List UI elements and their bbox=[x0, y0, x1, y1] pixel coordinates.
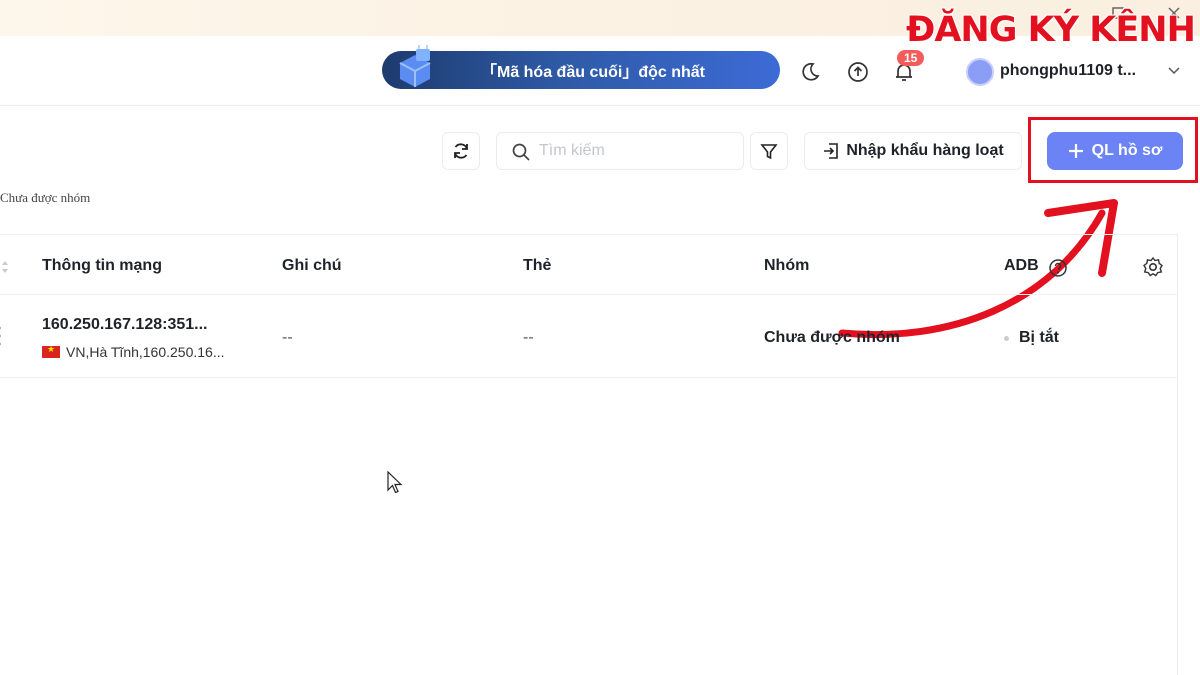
network-location: VN,Hà Tĩnh,160.250.16... bbox=[42, 344, 225, 360]
filter-icon bbox=[760, 144, 778, 160]
column-note[interactable]: Ghi chú bbox=[282, 257, 342, 275]
adb-status-text: Bị tắt bbox=[1019, 329, 1059, 346]
highlight-box bbox=[1028, 117, 1198, 183]
network-address: 160.250.167.128:351... bbox=[42, 316, 208, 333]
refresh-button[interactable] bbox=[442, 132, 480, 170]
search-icon bbox=[512, 143, 530, 161]
table-header: Thông tin mạng Ghi chú Thẻ Nhóm ADB bbox=[0, 235, 1178, 295]
filter-button[interactable] bbox=[750, 132, 788, 170]
channel-overlay-text: ĐĂNG KÝ KÊNH bbox=[906, 10, 1196, 50]
notification-badge: 15 bbox=[897, 50, 925, 66]
column-tag[interactable]: Thẻ bbox=[523, 257, 551, 275]
mouse-cursor-icon bbox=[387, 471, 403, 494]
import-icon bbox=[824, 143, 839, 159]
refresh-icon bbox=[454, 143, 468, 159]
status-dot bbox=[1004, 335, 1009, 341]
sort-icon[interactable] bbox=[0, 259, 10, 275]
table-row[interactable]: 160.250.167.128:351... VN,Hà Tĩnh,160.25… bbox=[0, 296, 1178, 378]
note-value: -- bbox=[282, 329, 293, 346]
column-network[interactable]: Thông tin mạng bbox=[42, 257, 162, 275]
search-input[interactable] bbox=[539, 137, 734, 165]
help-icon[interactable] bbox=[1048, 258, 1068, 278]
username[interactable]: phongphu1109 t... bbox=[1000, 62, 1136, 80]
settings-icon[interactable] bbox=[1142, 256, 1164, 278]
location-text: VN,Hà Tĩnh,160.250.16... bbox=[66, 344, 225, 360]
column-group[interactable]: Nhóm bbox=[764, 257, 809, 275]
column-adb[interactable]: ADB bbox=[1004, 257, 1039, 275]
profiles-table: Thông tin mạng Ghi chú Thẻ Nhóm ADB 160.… bbox=[0, 234, 1178, 675]
promo-text: 「Mã hóa đầu cuối」độc nhất bbox=[480, 64, 705, 81]
group-value: Chưa được nhóm bbox=[764, 329, 900, 346]
group-filter-label[interactable]: Chưa được nhóm bbox=[0, 190, 90, 206]
tag-value: -- bbox=[523, 329, 534, 346]
search-box[interactable] bbox=[496, 132, 744, 170]
avatar[interactable] bbox=[966, 58, 994, 86]
bulk-import-label: Nhập khẩu hàng loạt bbox=[846, 142, 1004, 159]
lock-cube-icon bbox=[399, 45, 431, 87]
moon-icon[interactable] bbox=[798, 60, 822, 84]
upload-icon[interactable] bbox=[846, 60, 870, 84]
adb-status: Bị tắt bbox=[1004, 329, 1059, 347]
bulk-import-button[interactable]: Nhập khẩu hàng loạt bbox=[804, 132, 1022, 170]
chevron-down-icon[interactable] bbox=[1166, 62, 1182, 78]
promo-banner[interactable]: 「Mã hóa đầu cuối」độc nhất bbox=[382, 45, 780, 89]
more-icon[interactable] bbox=[0, 324, 4, 348]
flag-vn-icon bbox=[42, 344, 60, 358]
